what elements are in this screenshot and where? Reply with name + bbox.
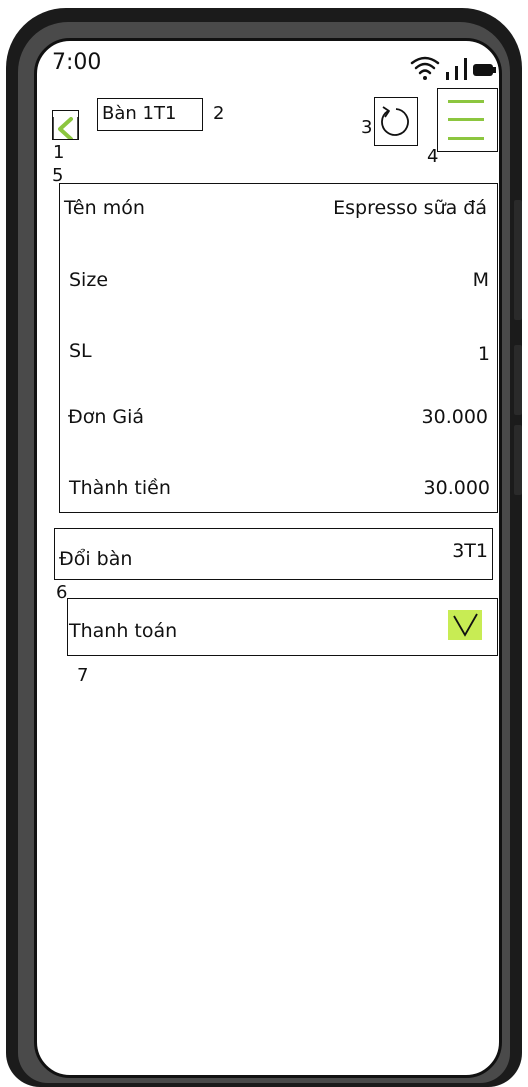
payment-row[interactable]: Thanh toán [67, 598, 498, 656]
checkmark-icon [453, 613, 478, 637]
order-row-label: Thành tiền [69, 477, 171, 499]
payment-label: Thanh toán [69, 620, 178, 642]
refresh-icon [381, 106, 409, 136]
callout-2: 2 [213, 103, 225, 124]
side-button [514, 200, 522, 320]
battery-icon [473, 64, 496, 76]
callout-4: 4 [427, 146, 439, 167]
status-icons [410, 56, 496, 80]
order-row-label: SL [69, 340, 92, 362]
callout-1: 1 [53, 142, 65, 163]
signal-icon [446, 58, 467, 80]
refresh-button[interactable] [374, 97, 418, 146]
callout-6: 6 [56, 582, 68, 603]
hamburger-menu-icon [448, 100, 484, 140]
order-detail-panel: Tên món Espresso sữa đá Size M SL 1 Đơn … [59, 183, 498, 513]
order-row-label: Size [69, 269, 109, 291]
back-button-frame [52, 110, 79, 140]
order-row-label: Đơn Giá [68, 406, 145, 428]
side-button [514, 425, 522, 495]
order-row-value: M [472, 269, 489, 291]
callout-3: 3 [361, 117, 373, 138]
status-time: 7:00 [52, 50, 102, 75]
order-row-value: 1 [477, 343, 490, 365]
change-table-value: 3T1 [452, 540, 488, 562]
menu-button[interactable] [437, 88, 498, 152]
order-row-label: Tên món [64, 197, 145, 219]
callout-7: 7 [77, 665, 89, 686]
payment-checkbox[interactable] [448, 610, 482, 640]
order-row-value: 30.000 [423, 477, 490, 499]
table-label: Bàn 1T1 [102, 103, 177, 124]
side-button [514, 345, 522, 415]
change-table-label: Đổi bàn [59, 548, 133, 570]
table-label-box: Bàn 1T1 [97, 98, 203, 131]
order-row-value: Espresso sữa đá [333, 197, 487, 219]
order-row-value: 30.000 [421, 406, 488, 428]
change-table-row[interactable]: Đổi bàn 3T1 [54, 528, 493, 580]
wifi-icon [410, 56, 440, 80]
